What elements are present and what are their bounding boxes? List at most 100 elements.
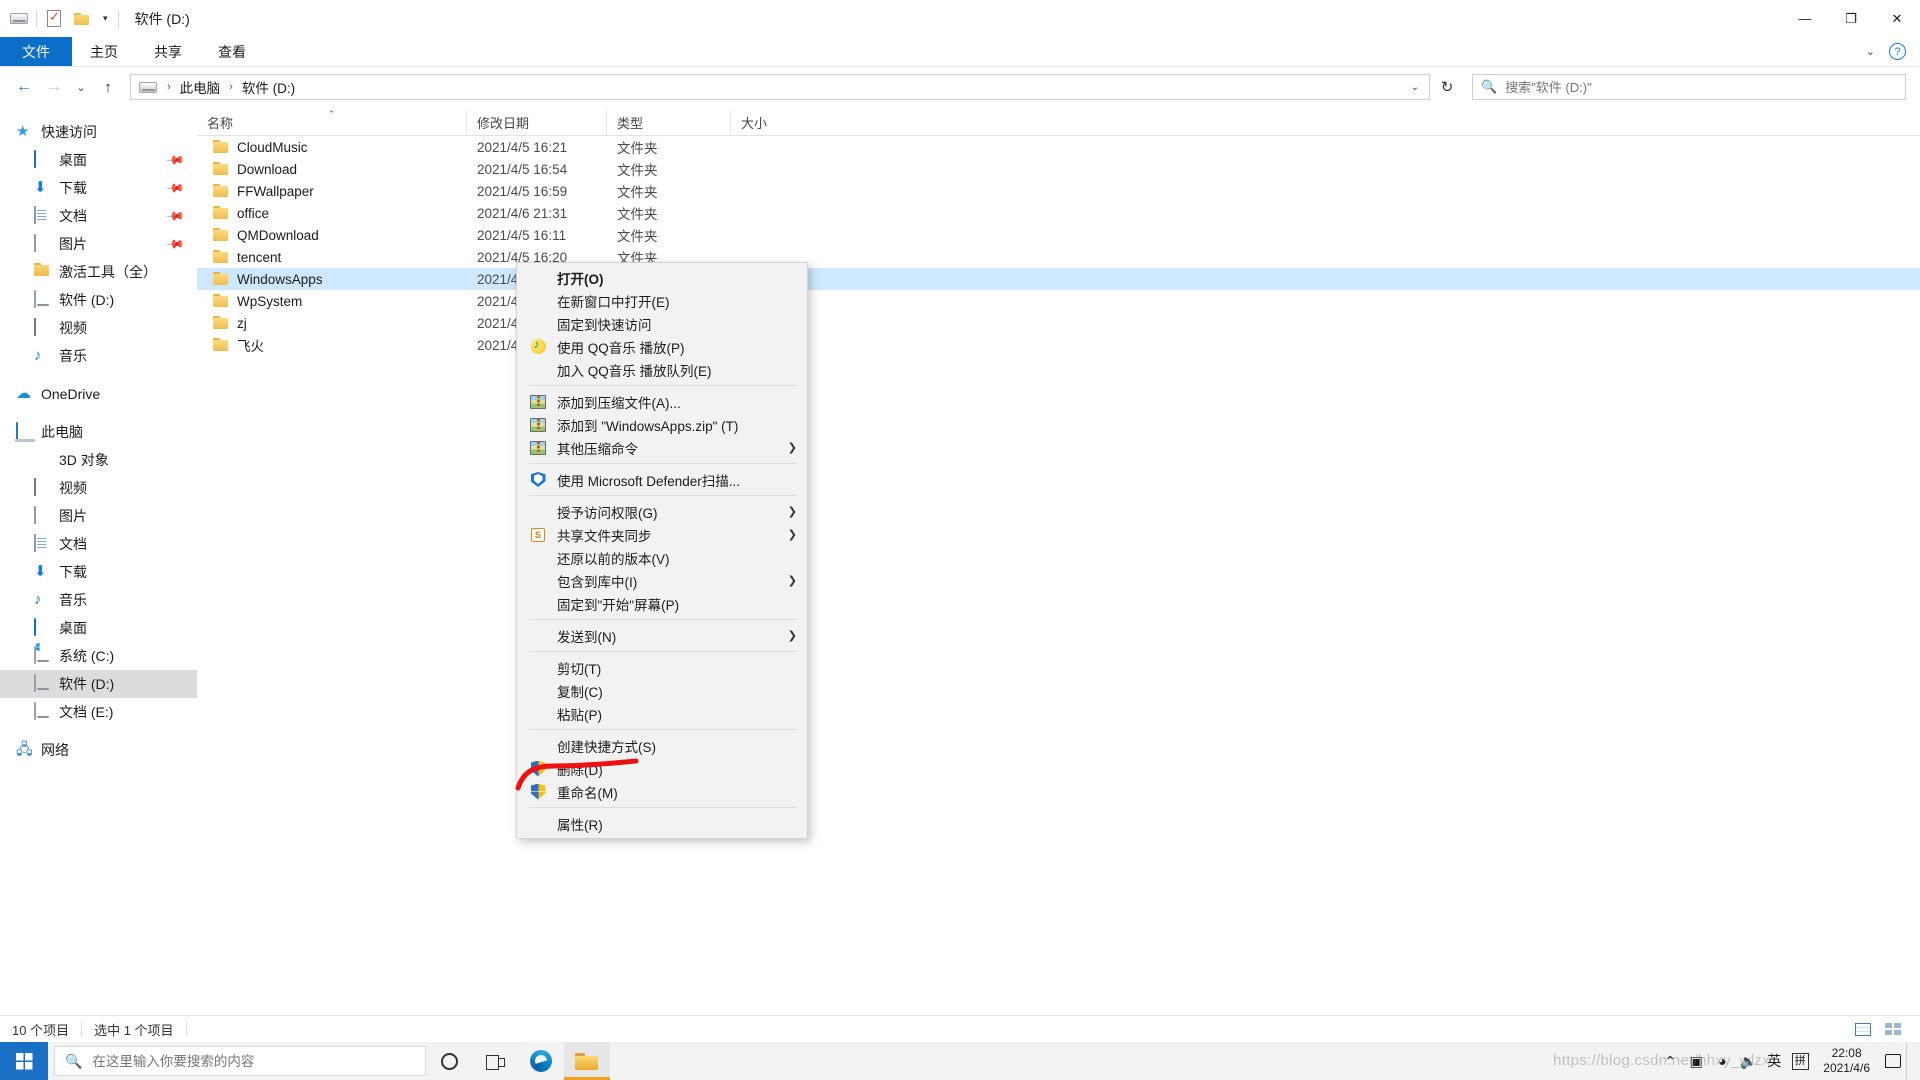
battery-icon[interactable]: ▣	[1683, 1042, 1709, 1080]
table-row[interactable]: zj 2021/4/5 16: 文件夹	[197, 312, 1920, 334]
menu-item-restore-previous-versions[interactable]: 还原以前的版本(V)	[517, 546, 807, 569]
volume-icon[interactable]: 🔈	[1735, 1042, 1761, 1080]
breadcrumb[interactable]: › 此电脑 › 软件 (D:) ⌄	[130, 74, 1430, 100]
tab-home[interactable]: 主页	[72, 37, 136, 66]
sidebar-item-music-pc[interactable]: ♪ 音乐	[0, 586, 197, 614]
menu-item-grant-access[interactable]: 授予访问权限(G) ❯	[517, 500, 807, 523]
menu-item-properties[interactable]: 属性(R)	[517, 812, 807, 835]
menu-item-defender-scan[interactable]: 使用 Microsoft Defender扫描...	[517, 468, 807, 491]
table-row[interactable]: Download 2021/4/5 16:54 文件夹	[197, 158, 1920, 180]
customize-caret-icon[interactable]: ▾	[99, 13, 112, 24]
menu-item-pin-quick-access[interactable]: 固定到快速访问	[517, 312, 807, 335]
table-row[interactable]: QMDownload 2021/4/5 16:11 文件夹	[197, 224, 1920, 246]
ime-language-icon[interactable]: 英	[1761, 1042, 1787, 1080]
notification-icon[interactable]	[1880, 1042, 1906, 1080]
search-input[interactable]	[1505, 79, 1897, 95]
table-row[interactable]: WpSystem 2021/4/5 22: 文件夹	[197, 290, 1920, 312]
back-button[interactable]: ←	[10, 73, 38, 101]
sidebar-item-documents[interactable]: 文档 📌	[0, 202, 197, 230]
sidebar-item-downloads-pc[interactable]: ⬇ 下载	[0, 558, 197, 586]
menu-item-rename[interactable]: 重命名(M)	[517, 780, 807, 803]
breadcrumb-drive-d[interactable]: 软件 (D:)	[239, 75, 298, 99]
up-button[interactable]: ↑	[94, 73, 122, 101]
maximize-button[interactable]: ❐	[1828, 0, 1874, 37]
menu-item-other-archive-commands[interactable]: 其他压缩命令 ❯	[517, 436, 807, 459]
menu-item-play-qq-music[interactable]: 使用 QQ音乐 播放(P)	[517, 335, 807, 358]
menu-item-add-to-zip[interactable]: 添加到 "WindowsApps.zip" (T)	[517, 413, 807, 436]
table-row[interactable]: tencent 2021/4/5 16:20 文件夹	[197, 246, 1920, 268]
details-view-icon[interactable]	[1850, 1018, 1876, 1040]
forward-button[interactable]: →	[40, 73, 68, 101]
sidebar-item-quick-drive-d[interactable]: 软件 (D:)	[0, 286, 197, 314]
sidebar-item-videos[interactable]: 视频	[0, 474, 197, 502]
minimize-button[interactable]: —	[1782, 0, 1828, 37]
menu-item-add-qq-queue[interactable]: 加入 QQ音乐 播放队列(E)	[517, 358, 807, 381]
sidebar-item-drive-e[interactable]: 文档 (E:)	[0, 698, 197, 726]
menu-item-add-to-archive[interactable]: 添加到压缩文件(A)...	[517, 390, 807, 413]
taskbar-search-box[interactable]: 🔍	[54, 1046, 426, 1076]
table-row[interactable]: 飞火 2021/4/5 16: 文件夹	[197, 334, 1920, 356]
menu-item-create-shortcut[interactable]: 创建快捷方式(S)	[517, 734, 807, 757]
menu-item-send-to[interactable]: 发送到(N) ❯	[517, 624, 807, 647]
column-header-name[interactable]: ⌃ 名称	[197, 109, 467, 136]
clock[interactable]: 22:08 2021/4/6	[1813, 1042, 1880, 1080]
menu-item-include-in-library[interactable]: 包含到库中(I) ❯	[517, 569, 807, 592]
task-view-button[interactable]	[472, 1042, 518, 1080]
sidebar-item-drive-c[interactable]: 系统 (C:)	[0, 642, 197, 670]
menu-item-shared-folder-sync[interactable]: S 共享文件夹同步 ❯	[517, 523, 807, 546]
properties-icon[interactable]	[43, 8, 65, 30]
tab-view[interactable]: 查看	[200, 37, 264, 66]
show-desktop-button[interactable]	[1906, 1042, 1914, 1080]
address-dropdown-icon[interactable]: ⌄	[1411, 82, 1423, 93]
table-row[interactable]: office 2021/4/6 21:31 文件夹	[197, 202, 1920, 224]
scroll-up-icon[interactable]: ⌃	[183, 110, 197, 115]
sidebar-item-quick-music[interactable]: ♪ 音乐	[0, 342, 197, 370]
table-row-selected[interactable]: WindowsApps 2021/4/5 16: 文件夹	[197, 268, 1920, 290]
menu-item-open-new-window[interactable]: 在新窗口中打开(E)	[517, 289, 807, 312]
sidebar-item-documents-pc[interactable]: 文档	[0, 530, 197, 558]
refresh-button[interactable]: ↻	[1432, 74, 1462, 100]
sidebar-item-desktop[interactable]: 桌面 📌	[0, 146, 197, 174]
menu-item-open[interactable]: 打开(O)	[517, 266, 807, 289]
table-row[interactable]: CloudMusic 2021/4/5 16:21 文件夹	[197, 136, 1920, 158]
new-folder-icon[interactable]	[71, 8, 93, 30]
breadcrumb-this-pc[interactable]: 此电脑	[177, 75, 224, 99]
cortana-button[interactable]	[426, 1042, 472, 1080]
file-explorer-button[interactable]	[564, 1042, 610, 1080]
thumbnails-view-icon[interactable]	[1880, 1018, 1906, 1040]
menu-item-pin-to-start[interactable]: 固定到"开始"屏幕(P)	[517, 592, 807, 615]
menu-item-delete[interactable]: 删除(D)	[517, 757, 807, 780]
sidebar-item-3d-objects[interactable]: 3D 对象	[0, 446, 197, 474]
pin-icon[interactable]: 📌	[165, 234, 185, 254]
sidebar-item-downloads[interactable]: ⬇ 下载 📌	[0, 174, 197, 202]
sidebar-group-this-pc[interactable]: 此电脑	[0, 418, 197, 446]
ime-pinyin-icon[interactable]: 拼	[1787, 1042, 1813, 1080]
sidebar-item-quick-videos[interactable]: 视频	[0, 314, 197, 342]
tab-share[interactable]: 共享	[136, 37, 200, 66]
close-button[interactable]: ✕	[1874, 0, 1920, 37]
taskbar-search-input[interactable]	[92, 1053, 415, 1069]
start-button[interactable]	[0, 1042, 48, 1080]
pin-icon[interactable]: 📌	[165, 178, 185, 198]
edge-button[interactable]	[518, 1042, 564, 1080]
menu-item-copy[interactable]: 复制(C)	[517, 679, 807, 702]
sidebar-item-pictures-pc[interactable]: 图片	[0, 502, 197, 530]
wifi-icon[interactable]: ◕	[1709, 1042, 1735, 1080]
chevron-up-icon[interactable]: ⌃	[1657, 1042, 1683, 1080]
sidebar-group-network[interactable]: 🖧 网络	[0, 736, 197, 764]
column-header-size[interactable]: 大小	[731, 110, 831, 136]
search-box[interactable]: 🔍	[1472, 74, 1906, 100]
chevron-down-icon[interactable]: ⌄	[1866, 45, 1875, 58]
sidebar-item-drive-d[interactable]: 软件 (D:)	[0, 670, 197, 698]
pin-icon[interactable]: 📌	[165, 150, 185, 170]
recent-locations-button[interactable]: ⌄	[70, 73, 92, 101]
help-icon[interactable]: ?	[1889, 43, 1906, 60]
column-header-type[interactable]: 类型	[607, 109, 731, 136]
menu-item-cut[interactable]: 剪切(T)	[517, 656, 807, 679]
sidebar-group-onedrive[interactable]: ☁ OneDrive	[0, 380, 197, 408]
sidebar-item-desktop-pc[interactable]: 桌面	[0, 614, 197, 642]
sidebar-item-activation-tools[interactable]: 激活工具（全）	[0, 258, 197, 286]
tab-file[interactable]: 文件	[0, 37, 72, 66]
table-row[interactable]: FFWallpaper 2021/4/5 16:59 文件夹	[197, 180, 1920, 202]
sidebar-group-quick-access[interactable]: ★ 快速访问	[0, 118, 197, 146]
